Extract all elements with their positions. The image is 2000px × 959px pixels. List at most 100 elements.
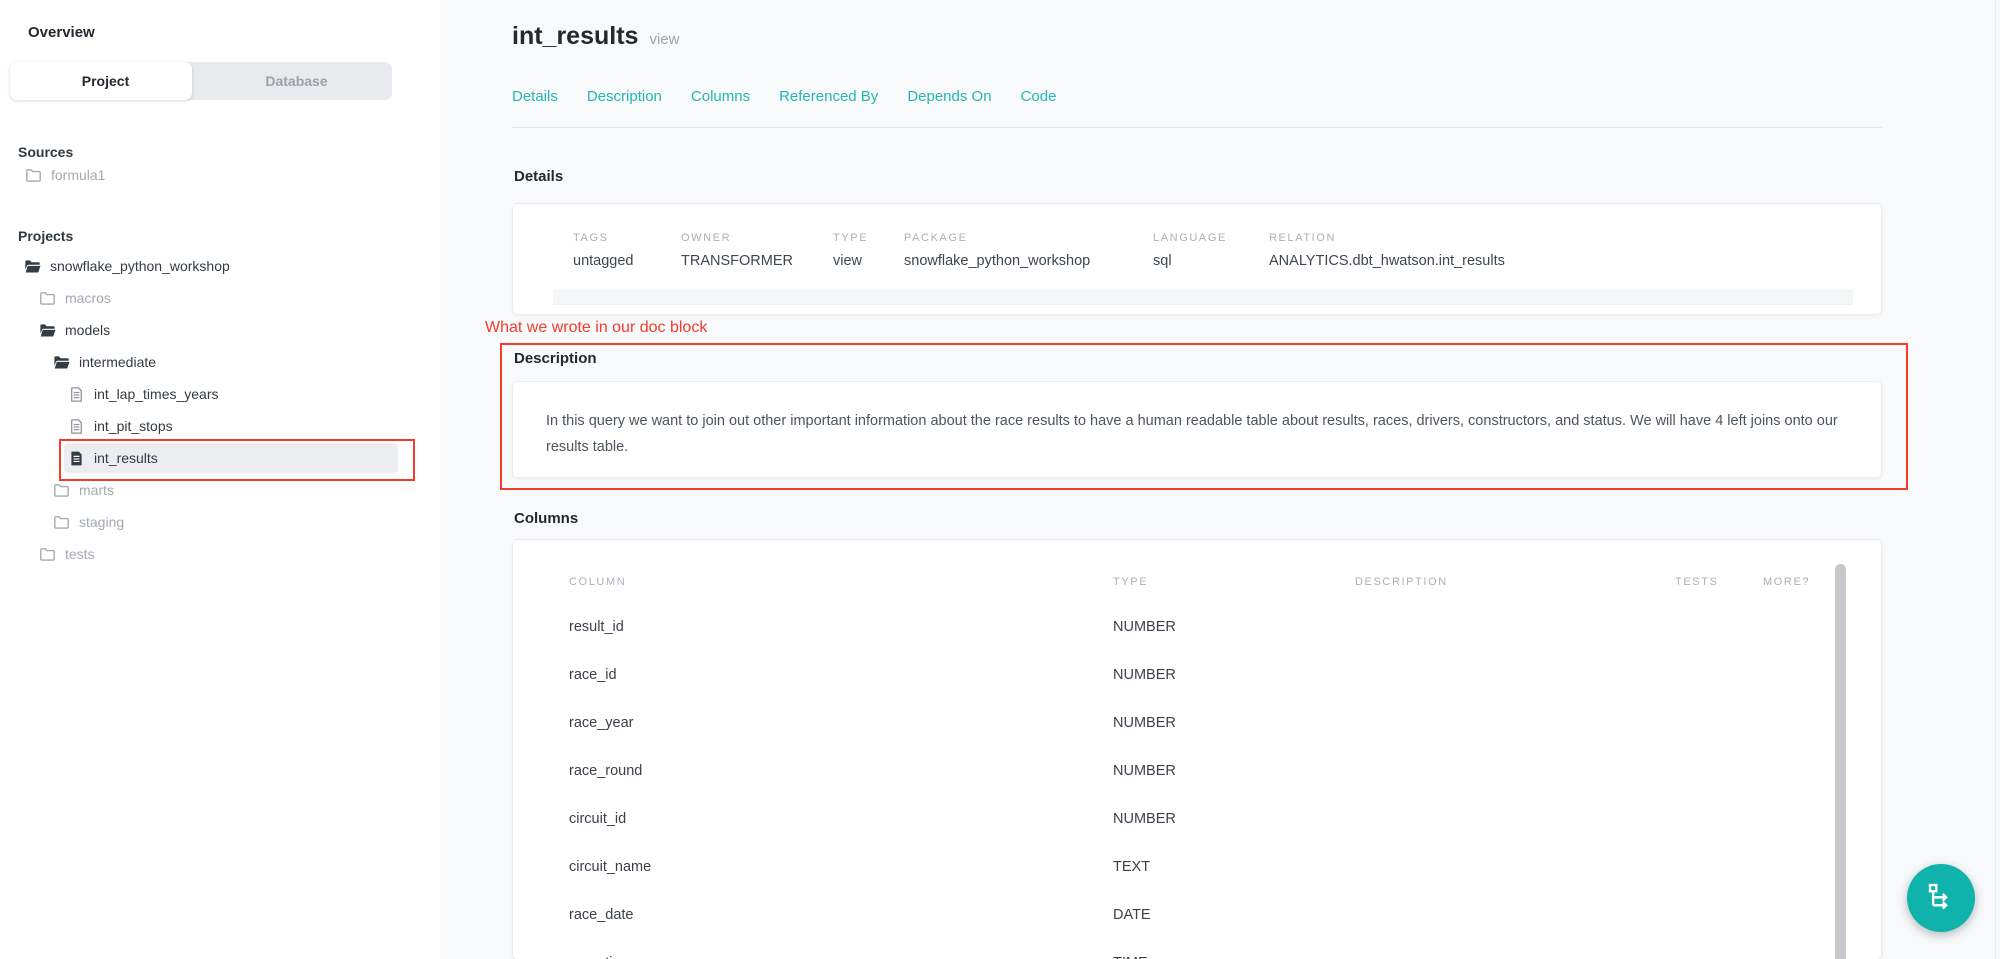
folder-closed-icon — [39, 290, 56, 307]
column-type: NUMBER — [1113, 763, 1176, 779]
column-type: NUMBER — [1113, 667, 1176, 683]
sidebar-item-int_results[interactable]: int_results — [0, 442, 440, 474]
column-name: race_year — [569, 715, 633, 731]
detail-value: sql — [1153, 253, 1227, 269]
overview-link[interactable]: Overview — [28, 24, 95, 41]
column-row[interactable]: race_round NUMBER — [513, 763, 1813, 783]
toggle-database-button[interactable]: Database — [192, 62, 392, 100]
toggle-project-label: Project — [82, 73, 129, 89]
column-row[interactable]: race_id NUMBER — [513, 667, 1813, 687]
lineage-graph-button[interactable] — [1907, 864, 1975, 932]
tab-columns[interactable]: Columns — [691, 88, 750, 105]
sidebar-item-intermediate[interactable]: intermediate — [0, 346, 440, 378]
sidebar-item-label: formula1 — [51, 167, 105, 183]
detail-field-type: TYPE view — [833, 232, 868, 269]
model-tabs: Details Description Columns Referenced By De… — [512, 88, 1056, 105]
column-name: race_round — [569, 763, 642, 779]
column-name: race_time — [569, 955, 633, 959]
projects-section-label: Projects — [18, 228, 73, 244]
project-tree: snowflake_python_workshop macros models … — [0, 250, 440, 570]
details-card: TAGS untagged OWNER TRANSFORMER TYPE vie… — [512, 203, 1882, 315]
details-collapsed-strip — [553, 290, 1853, 305]
column-name: circuit_name — [569, 859, 651, 875]
detail-value: TRANSFORMER — [681, 253, 793, 269]
description-heading: Description — [514, 350, 597, 367]
sidebar-item-tests[interactable]: tests — [0, 538, 440, 570]
column-name: circuit_id — [569, 811, 626, 827]
folder-closed-icon — [25, 167, 42, 184]
column-row[interactable]: race_time TIME — [513, 955, 1813, 959]
toggle-database-label: Database — [265, 73, 327, 89]
sidebar-item-macros[interactable]: macros — [0, 282, 440, 314]
column-type: TEXT — [1113, 859, 1150, 875]
sidebar-item-formula1[interactable]: formula1 — [0, 159, 440, 191]
toggle-project-button[interactable]: Project — [10, 62, 192, 100]
tab-referenced-by[interactable]: Referenced By — [779, 88, 878, 105]
detail-field-package: PACKAGE snowflake_python_workshop — [904, 232, 1090, 269]
detail-value: untagged — [573, 253, 633, 269]
sidebar-item-snowflake_python_workshop[interactable]: snowflake_python_workshop — [0, 250, 440, 282]
column-header-tests: TESTS — [1675, 576, 1718, 588]
column-header-column: COLUMN — [569, 576, 626, 588]
sidebar-item-staging[interactable]: staging — [0, 506, 440, 538]
tabs-divider — [512, 127, 1882, 128]
tab-depends-on[interactable]: Depends On — [907, 88, 991, 105]
folder-open-icon — [53, 354, 70, 371]
column-type: NUMBER — [1113, 715, 1176, 731]
tab-details[interactable]: Details — [512, 88, 558, 105]
detail-field-tags: TAGS untagged — [573, 232, 633, 269]
detail-field-owner: OWNER TRANSFORMER — [681, 232, 793, 269]
sidebar: Overview Project Database Sources formul… — [0, 0, 440, 959]
column-row[interactable]: race_date DATE — [513, 907, 1813, 927]
detail-label: PACKAGE — [904, 232, 1090, 244]
folder-closed-icon — [53, 482, 70, 499]
column-type: NUMBER — [1113, 619, 1176, 635]
column-header-description: DESCRIPTION — [1355, 576, 1448, 588]
detail-field-language: LANGUAGE sql — [1153, 232, 1227, 269]
column-type: TIME — [1113, 955, 1148, 959]
table-scrollbar[interactable] — [1835, 564, 1846, 959]
sidebar-item-int_lap_times_years[interactable]: int_lap_times_years — [0, 378, 440, 410]
columns-heading: Columns — [514, 510, 578, 527]
detail-label: OWNER — [681, 232, 793, 244]
detail-label: TAGS — [573, 232, 633, 244]
detail-value: snowflake_python_workshop — [904, 253, 1090, 269]
column-row[interactable]: result_id NUMBER — [513, 619, 1813, 639]
model-header: int_results view — [512, 22, 679, 51]
lineage-graph-icon — [1926, 881, 1956, 916]
folder-open-icon — [39, 322, 56, 339]
column-type: NUMBER — [1113, 811, 1176, 827]
tab-description[interactable]: Description — [587, 88, 662, 105]
sources-section-label: Sources — [18, 144, 73, 160]
column-row[interactable]: race_year NUMBER — [513, 715, 1813, 735]
annotation-text: What we wrote in our doc block — [485, 319, 707, 337]
dbt-docs-page: Overview Project Database Sources formul… — [0, 0, 2000, 959]
details-heading: Details — [514, 168, 563, 185]
sidebar-item-models[interactable]: models — [0, 314, 440, 346]
column-header-more: MORE? — [1763, 576, 1810, 588]
file-icon — [68, 386, 85, 403]
materialization-badge: view — [649, 31, 679, 48]
folder-closed-icon — [53, 514, 70, 531]
detail-value: ANALYTICS.dbt_hwatson.int_results — [1269, 253, 1505, 269]
view-toggle: Project Database — [10, 62, 392, 100]
column-row[interactable]: circuit_id NUMBER — [513, 811, 1813, 831]
tab-code[interactable]: Code — [1021, 88, 1057, 105]
description-card: In this query we want to join out other … — [512, 381, 1882, 478]
page-right-border — [1995, 0, 1996, 959]
detail-label: RELATION — [1269, 232, 1505, 244]
detail-field-relation: RELATION ANALYTICS.dbt_hwatson.int_resul… — [1269, 232, 1505, 269]
file-filled-icon — [68, 450, 85, 467]
column-header-type: TYPE — [1113, 576, 1148, 588]
detail-value: view — [833, 253, 868, 269]
column-type: DATE — [1113, 907, 1151, 923]
folder-closed-icon — [39, 546, 56, 563]
column-name: race_id — [569, 667, 617, 683]
columns-card: COLUMN TYPE DESCRIPTION TESTS MORE? resu… — [512, 539, 1882, 959]
column-row[interactable]: circuit_name TEXT — [513, 859, 1813, 879]
detail-label: TYPE — [833, 232, 868, 244]
file-icon — [68, 418, 85, 435]
column-name: result_id — [569, 619, 624, 635]
sidebar-item-int_pit_stops[interactable]: int_pit_stops — [0, 410, 440, 442]
description-text: In this query we want to join out other … — [546, 408, 1856, 460]
